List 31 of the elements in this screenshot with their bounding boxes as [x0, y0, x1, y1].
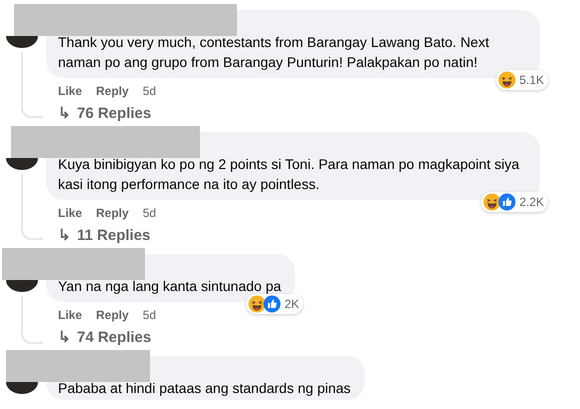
- timestamp: 5d: [142, 84, 156, 98]
- view-replies-link[interactable]: ↳ 74 Replies: [46, 322, 152, 346]
- reaction-badge[interactable]: 2.2K: [481, 192, 548, 212]
- comment-text: Thank you very much, contestants from Barangay Lawang Bato. Next naman po ang grupo from Barangay Punturin! Palakpakan po natin!: [58, 34, 490, 70]
- reply-link[interactable]: Reply: [96, 308, 129, 322]
- timestamp: 5d: [142, 308, 156, 322]
- thread-line: [21, 174, 43, 240]
- laughing-emoji-icon: [498, 71, 516, 89]
- reaction-badge[interactable]: 5.1K: [496, 70, 548, 90]
- avatar[interactable]: [6, 36, 38, 48]
- comment-text: Kuya binibigyan ko po ng 2 points si Toni. Para naman po magkapoint siya kasi itong performance na ito ay pointless.: [58, 156, 520, 192]
- like-link[interactable]: Like: [58, 84, 82, 98]
- avatar[interactable]: [6, 382, 38, 394]
- laughing-emoji-icon: [248, 295, 266, 313]
- thumbs-up-icon: [498, 193, 516, 211]
- timestamp: 5d: [142, 206, 156, 220]
- like-link[interactable]: Like: [58, 308, 82, 322]
- like-link[interactable]: Like: [58, 206, 82, 220]
- view-replies-link[interactable]: ↳ 76 Replies: [46, 98, 152, 122]
- thread-line: [21, 296, 43, 344]
- laughing-emoji-icon: [483, 193, 502, 211]
- avatar[interactable]: [6, 158, 38, 170]
- thread-line: [21, 52, 43, 118]
- reply-link[interactable]: Reply: [96, 206, 129, 220]
- avatar[interactable]: [6, 280, 38, 292]
- comment-text: Yan na nga lang kanta sintunado pa: [58, 278, 282, 294]
- reply-link[interactable]: Reply: [96, 84, 129, 98]
- thumbs-up-icon: [263, 295, 282, 313]
- reaction-badge[interactable]: 2K: [246, 294, 304, 314]
- comment-text: Pababa at hindi pataas ang standards ng pinas: [58, 380, 351, 396]
- view-replies-link[interactable]: ↳ 11 Replies: [46, 220, 150, 244]
